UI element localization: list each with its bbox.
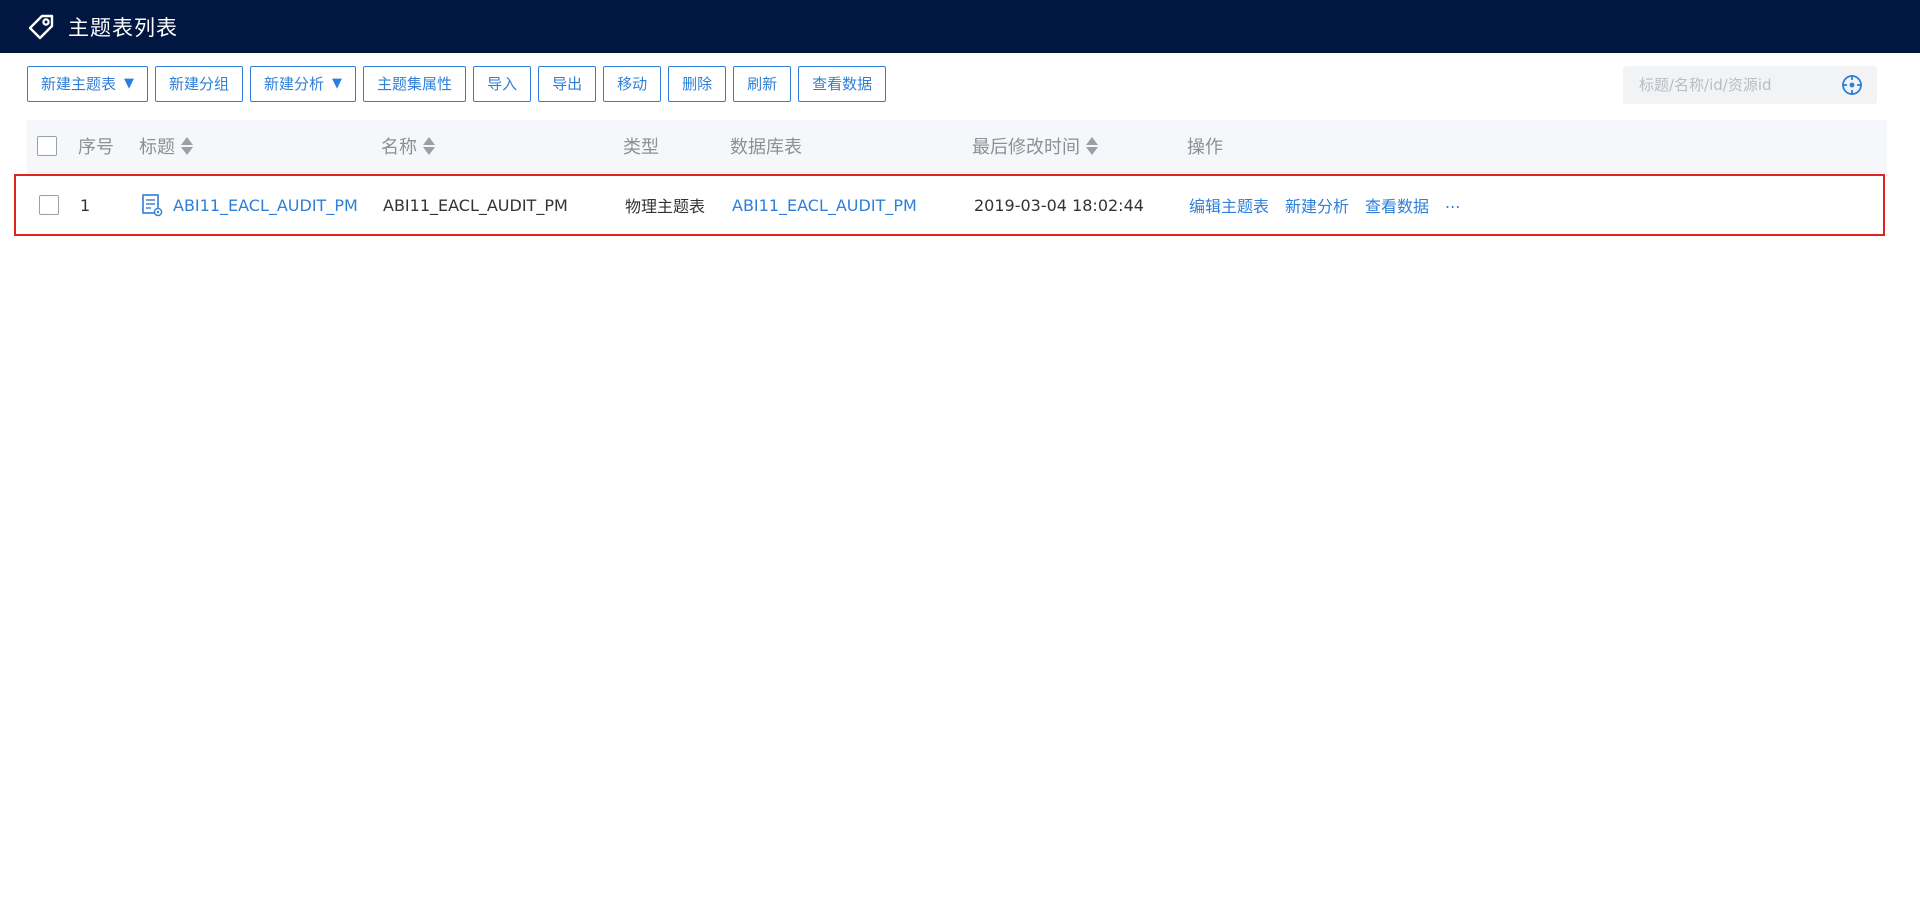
page-title: 主题表列表 bbox=[68, 15, 178, 40]
row-modified: 2019-03-04 18:02:44 bbox=[974, 195, 1144, 215]
view-data-link[interactable]: 查看数据 bbox=[1365, 193, 1429, 217]
table-row: 1 ABI11_EACL_AUDIT_PM ABI11_EACL_AUDIT_P… bbox=[14, 174, 1885, 236]
page-header: 主题表列表 bbox=[0, 0, 1920, 53]
move-button[interactable]: 移动 bbox=[603, 66, 662, 102]
new-analysis-link[interactable]: 新建分析 bbox=[1285, 193, 1349, 217]
delete-button[interactable]: 删除 bbox=[668, 66, 727, 102]
topic-set-properties-button[interactable]: 主题集属性 bbox=[363, 66, 467, 102]
refresh-button[interactable]: 刷新 bbox=[733, 66, 792, 102]
tag-icon bbox=[28, 14, 54, 39]
column-header-db-table: 数据库表 bbox=[730, 137, 802, 158]
row-ops: 编辑主题表 新建分析 查看数据 ... bbox=[1189, 176, 1460, 234]
export-button[interactable]: 导出 bbox=[538, 66, 597, 102]
column-header-index: 序号 bbox=[78, 137, 114, 158]
row-name: ABI11_EACL_AUDIT_PM bbox=[383, 195, 568, 215]
toolbar: 新建主题表 ▼ 新建分组 新建分析 ▼ 主题集属性 导入 导出 移动 删除 刷新… bbox=[27, 66, 887, 104]
caret-down-icon: ▼ bbox=[124, 76, 135, 91]
topic-table: 序号 标题 名称 类型 数据库表 最后修改时间 操作 1 ABI11_EACL_… bbox=[14, 120, 1887, 236]
column-header-type: 类型 bbox=[623, 137, 659, 158]
topic-table-icon bbox=[142, 194, 163, 217]
column-header-modified[interactable]: 最后修改时间 bbox=[972, 120, 1098, 172]
search-input[interactable] bbox=[1637, 75, 1841, 95]
select-all-checkbox[interactable] bbox=[37, 136, 57, 156]
caret-down-icon: ▼ bbox=[332, 76, 343, 91]
header-select-all bbox=[37, 120, 57, 172]
edit-topic-table-link[interactable]: 编辑主题表 bbox=[1189, 193, 1269, 217]
row-title-link[interactable]: ABI11_EACL_AUDIT_PM bbox=[173, 196, 358, 215]
row-db-table: ABI11_EACL_AUDIT_PM bbox=[732, 176, 917, 234]
row-checkbox[interactable] bbox=[39, 195, 59, 215]
row-type: 物理主题表 bbox=[625, 197, 706, 216]
view-data-button[interactable]: 查看数据 bbox=[798, 66, 887, 102]
target-icon[interactable] bbox=[1841, 74, 1863, 96]
new-analysis-button[interactable]: 新建分析 ▼ bbox=[250, 66, 357, 102]
table-header: 序号 标题 名称 类型 数据库表 最后修改时间 操作 bbox=[27, 120, 1887, 173]
new-group-button[interactable]: 新建分组 bbox=[155, 66, 244, 102]
more-actions-link[interactable]: ... bbox=[1445, 193, 1460, 217]
column-header-ops: 操作 bbox=[1187, 137, 1223, 158]
import-button[interactable]: 导入 bbox=[473, 66, 532, 102]
new-topic-table-button[interactable]: 新建主题表 ▼ bbox=[27, 66, 149, 102]
row-title: ABI11_EACL_AUDIT_PM bbox=[141, 176, 358, 234]
row-select bbox=[39, 176, 59, 234]
column-header-title[interactable]: 标题 bbox=[139, 120, 193, 172]
sort-icon[interactable] bbox=[1086, 137, 1098, 155]
column-header-name[interactable]: 名称 bbox=[381, 120, 435, 172]
sort-icon[interactable] bbox=[181, 137, 193, 155]
row-db-table-link[interactable]: ABI11_EACL_AUDIT_PM bbox=[732, 196, 917, 215]
sort-icon[interactable] bbox=[423, 137, 435, 155]
search-box bbox=[1623, 66, 1877, 104]
row-index: 1 bbox=[80, 195, 91, 215]
